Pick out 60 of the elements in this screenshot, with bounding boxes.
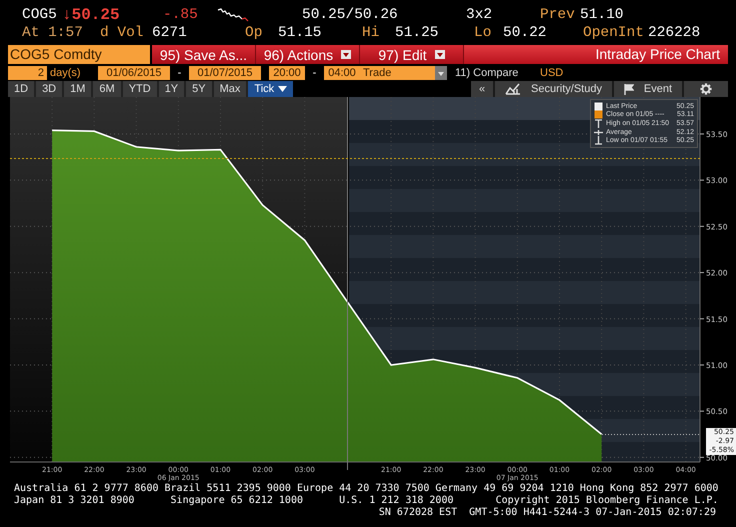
period-tab[interactable]: 5Y	[186, 81, 212, 97]
period-tab[interactable]: Tick	[248, 81, 294, 97]
field-value: 51.10	[580, 7, 625, 23]
period-tab[interactable]: 3D	[36, 81, 62, 97]
dropdown-icon	[435, 66, 447, 80]
period-tab[interactable]: Max	[214, 81, 246, 97]
market-dropdown[interactable]: Trade	[360, 66, 447, 80]
field-label: OpenInt	[583, 24, 645, 40]
flag-icon	[624, 84, 634, 94]
period-tab[interactable]: 6M	[93, 81, 121, 97]
settings-button[interactable]	[684, 81, 728, 97]
last-price: ↓50.25	[62, 6, 121, 24]
chart-title: Intraday Price Chart	[596, 45, 721, 64]
size: 3x2	[466, 7, 494, 23]
settings-icon	[700, 83, 712, 95]
end-date-field[interactable]: 01/07/2015	[189, 66, 261, 80]
collapse-button[interactable]: «	[471, 81, 493, 97]
period-tab[interactable]: 1M	[64, 81, 92, 97]
time-label: At 1:57	[22, 24, 84, 40]
legend-marker-icon	[594, 110, 603, 120]
footer-text: SN 672028 EST GMT-5:00 H441-5244-3 07-Jan-2015 02:07:29	[378, 507, 716, 519]
toolbar-button[interactable]: 97) Edit	[360, 45, 464, 64]
field-label: d Vol	[100, 24, 145, 40]
bid-ask: 50.25/50.26	[302, 7, 399, 23]
study-button[interactable]: Security/Study	[495, 81, 612, 97]
event-button[interactable]: Event	[614, 81, 682, 97]
currency-label: USD	[540, 66, 564, 78]
field-value: 51.15	[278, 24, 323, 40]
legend-marker-icon	[594, 118, 603, 128]
compare-link[interactable]: 11) Compare	[455, 66, 540, 78]
field-value: 6271	[152, 24, 188, 40]
period-tab[interactable]: YTD	[122, 81, 157, 97]
end-time-field[interactable]: 04:00	[324, 66, 360, 80]
start-date-field[interactable]: 01/06/2015	[98, 66, 170, 80]
field-label: Prev	[540, 7, 576, 23]
toolbar-button[interactable]: 95) Save As...	[152, 45, 256, 64]
footer-text: Australia 61 2 9777 8600 Brazil 5511 2395 9000 Europe 44 20 7330 7500 Germany 49 69 9204 1210 Hong Kong 852 2977 6000	[14, 483, 718, 495]
field-value: 226228	[648, 24, 702, 40]
period-tab[interactable]: 1D	[8, 81, 34, 97]
sparkline	[217, 8, 251, 22]
field-label: Hi	[362, 24, 380, 40]
field-label: Lo	[474, 24, 492, 40]
legend-marker-icon	[594, 136, 603, 146]
day-count-field[interactable]: 2	[8, 66, 47, 80]
separator: -	[312, 66, 318, 78]
ticker: COG5	[22, 7, 58, 23]
chart-icon	[505, 83, 522, 95]
field-label: Op	[245, 24, 264, 40]
separator: -	[176, 66, 182, 78]
net-change: -.85	[163, 7, 199, 23]
footer-text: Japan 81 3 3201 8900 Singapore 65 6212 1000 U.S. 1 212 318 2000 Copyright 2015 Bloomberg Finance L.P.	[14, 495, 718, 507]
start-time-field[interactable]: 20:00	[269, 66, 305, 80]
legend-marker-icon	[594, 102, 603, 111]
field-value: 50.22	[503, 24, 548, 40]
legend-marker-icon	[594, 128, 603, 137]
security-field[interactable]: COG5 Comdty	[8, 45, 150, 64]
field-value: 51.25	[395, 24, 440, 40]
unit-label: day(s)	[49, 66, 82, 78]
period-tab[interactable]: 1Y	[158, 81, 184, 97]
toolbar-button[interactable]: 96) Actions	[256, 45, 360, 64]
